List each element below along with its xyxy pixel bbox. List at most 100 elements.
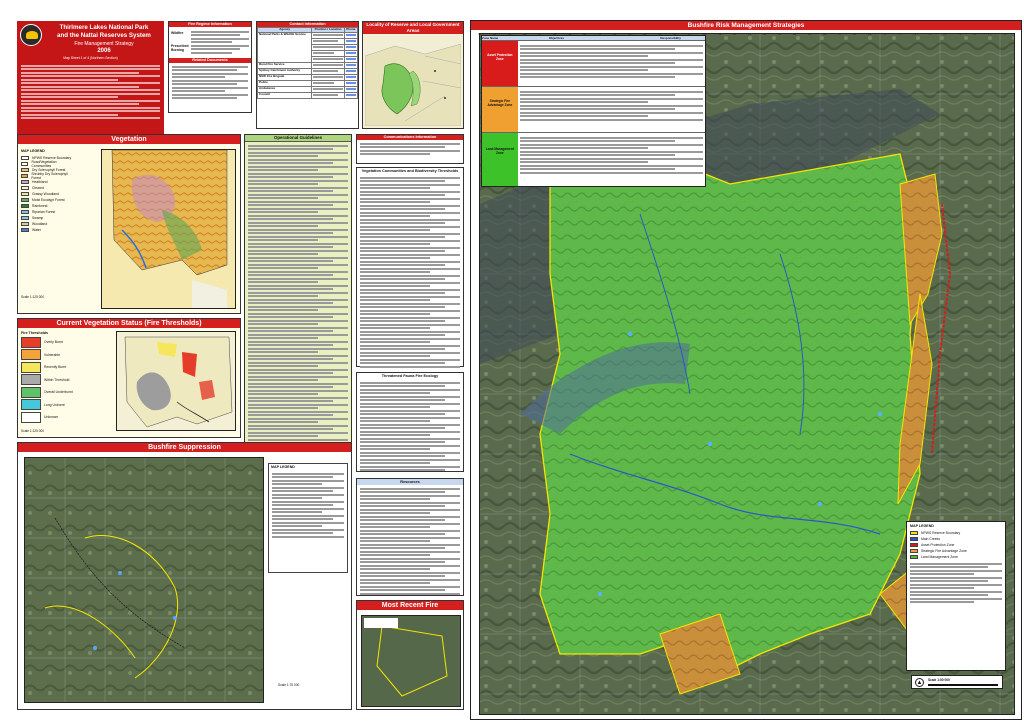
legend-label: Riparian Forest xyxy=(32,210,56,214)
fire-thresholds-panel: Current Vegetation Status (Fire Threshol… xyxy=(17,318,241,438)
legend-label: Woodland xyxy=(32,222,48,226)
legend-swatch xyxy=(21,399,41,411)
thresholds-map xyxy=(116,331,236,431)
legend-swatch xyxy=(21,228,29,232)
legend-label: Heathland xyxy=(32,180,48,184)
grid-tick-label: 76 xyxy=(973,32,977,36)
title-description xyxy=(21,63,160,121)
risk-scale-box: ▲ Scale 1:50 000 xyxy=(911,675,1003,689)
recent-fire-map xyxy=(361,615,461,707)
most-recent-fire-heading: Most Recent Fire xyxy=(357,601,463,610)
comms-panel: Communications Information xyxy=(356,134,464,164)
legend-swatch xyxy=(21,210,29,214)
grid-tick-label: 73 xyxy=(928,32,932,36)
locality-map xyxy=(365,36,461,126)
thresholds-legend-item: Recently Burnt xyxy=(21,361,111,374)
suppression-map xyxy=(24,457,264,703)
legend-swatch xyxy=(21,216,29,220)
scale-bar xyxy=(928,684,998,686)
legend-label: NPWS Reserve Boundary xyxy=(921,531,961,535)
risk-table: Zone Name Objectives Responsibility Asse… xyxy=(481,35,706,187)
veg-communities-panel: Vegetation Communities and Biodiversity … xyxy=(356,167,464,368)
most-recent-fire-panel: Most Recent Fire xyxy=(356,600,464,710)
legend-swatch xyxy=(21,349,41,361)
thresholds-scale: Scale 1:125 000 xyxy=(21,429,45,433)
risk-sheet: Bushfire Risk Management Strategies Zone… xyxy=(470,20,1022,720)
fire-regime-row-burning: Prescribed Burning xyxy=(171,44,189,52)
op-guidelines-panel: Operational Guidelines xyxy=(244,134,352,474)
grid-tick-label: 72 xyxy=(913,32,917,36)
risk-legend-title: MAP LEGEND xyxy=(910,524,934,528)
bushfire-suppression-heading: Bushfire Suppression xyxy=(18,443,351,452)
grid-tick-label: 46 xyxy=(523,32,527,36)
legend-label: Swamp xyxy=(32,216,44,220)
grid-tick-label: 61 xyxy=(748,32,752,36)
legend-label: Rainforest xyxy=(32,204,48,208)
grid-tick-label: 65 xyxy=(808,32,812,36)
thresholds-legend-title: Fire Thresholds xyxy=(21,331,48,335)
contact-agency: National Parks & Wildlife Service xyxy=(256,31,313,63)
grid-tick-label: 49 xyxy=(568,32,572,36)
resources-panel: Resources xyxy=(356,478,464,596)
thresholds-legend: Fire Thresholds Overly Burnt Vulnerable Re… xyxy=(21,331,111,424)
title-line2: and the Nattai Reserves System xyxy=(57,32,151,39)
grid-tick-label: 78 xyxy=(1003,32,1007,36)
grid-tick-label: 51 xyxy=(598,32,602,36)
vegetation-heading: Vegetation xyxy=(18,135,240,144)
veg-communities-heading: Vegetation Communities and Biodiversity … xyxy=(361,169,459,173)
grid-tick-label: 57 xyxy=(688,32,692,36)
legend-swatch xyxy=(21,222,29,226)
legend-label: Road/Vegetation Communities xyxy=(31,160,57,168)
title-block: Thirlmere Lakes National Park and the Na… xyxy=(17,21,164,145)
related-docs-panel: Related Documents xyxy=(168,58,252,113)
vegetation-legend-title: MAP LEGEND xyxy=(21,149,45,153)
legend-label: Overall Underburnt xyxy=(44,390,73,395)
grid-tick-label: 66 xyxy=(823,32,827,36)
grid-tick-label: 44 xyxy=(493,32,497,36)
legend-swatch xyxy=(21,336,41,348)
locality-panel: Locality of Reserve and Local Government… xyxy=(362,21,464,129)
legend-swatch xyxy=(910,549,918,553)
grid-tick-label: 45 xyxy=(508,32,512,36)
zone-lmz: Land Management Zone xyxy=(482,133,518,186)
legend-swatch xyxy=(910,531,918,535)
legend-label: Long Unburnt xyxy=(44,402,65,407)
grid-tick-label: 50 xyxy=(583,32,587,36)
legend-label: Overly Burnt xyxy=(44,340,63,345)
legend-label: Moist Eucalypt Forest xyxy=(32,198,65,202)
grid-ticks: 43 44 45 46 47 48 49 50 51 52 53 54 55 56 57 58 59 60 61 62… xyxy=(478,32,1014,37)
legend-label: Vulnerable xyxy=(44,352,61,357)
thresholds-legend-item: Overall Underburnt xyxy=(21,386,111,399)
map-sheet: Map Sheet 1 of 4 (Northern Section) xyxy=(63,56,118,60)
legend-swatch xyxy=(21,411,41,423)
grid-tick-label: 68 xyxy=(853,32,857,36)
legend-swatch xyxy=(21,174,29,178)
op-guidelines-heading: Operational Guidelines xyxy=(245,135,351,142)
north-arrow-icon: ▲ xyxy=(915,678,924,687)
grid-tick-label: 69 xyxy=(868,32,872,36)
grid-tick-label: 77 xyxy=(988,32,992,36)
grid-tick-label: 43 xyxy=(478,32,482,36)
grid-tick-label: 67 xyxy=(838,32,842,36)
suppression-scale: Scale 1:75 000 xyxy=(278,683,300,687)
risk-heading: Bushfire Risk Management Strategies xyxy=(471,21,1021,30)
grid-tick-label: 48 xyxy=(553,32,557,36)
legend-label: Land Management Zone xyxy=(921,555,958,559)
legend-swatch xyxy=(21,162,29,166)
grid-tick-label: 55 xyxy=(658,32,662,36)
thresholds-legend-item: Long Unburnt xyxy=(21,399,111,412)
legend-label: Shrubby Dry Sclerophyll Forest xyxy=(31,172,68,180)
legend-swatch xyxy=(21,204,29,208)
vegetation-scale: Scale 1:125 000 xyxy=(21,295,45,299)
title-subtitle: Fire Management Strategy xyxy=(74,41,134,47)
legend-swatch xyxy=(21,361,41,373)
title-line1: Thirlmere Lakes National Park xyxy=(59,24,149,31)
npws-logo-icon xyxy=(20,24,42,46)
legend-swatch xyxy=(910,555,918,559)
legend-label: Grassy Woodland xyxy=(32,192,59,196)
grid-tick-label: 58 xyxy=(703,32,707,36)
bushfire-suppression-panel: Bushfire Suppression MAP LEGEND Scale 1:… xyxy=(17,442,352,710)
grid-tick-label: 60 xyxy=(733,32,737,36)
risk-legend: MAP LEGEND NPWS Reserve Boundary Main Cre… xyxy=(906,521,1006,671)
legend-label: Unknown xyxy=(44,415,59,420)
